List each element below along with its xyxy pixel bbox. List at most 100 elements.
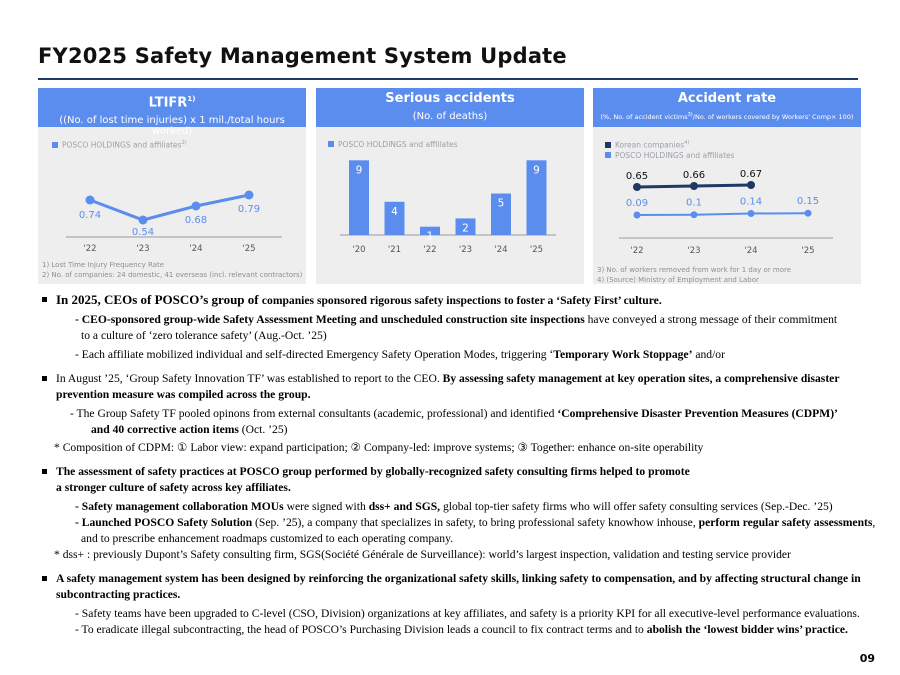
ltifr-footnote-2: 2) No. of companies: 24 domestic, 41 ove…: [42, 271, 303, 279]
bullet-2: In August ’25, ‘Group Safety Innovation …: [40, 371, 890, 456]
b4-s1: - Safety teams have been upgraded to C-l…: [75, 607, 860, 620]
korean-data-label: 0.66: [683, 170, 705, 181]
b1-main-a: In 2025, CEOs of POSCO’s group of: [56, 292, 262, 307]
bullet-4: A safety management system has been desi…: [40, 571, 890, 638]
accident-rate-footnote-2: 4) (Source) Ministry of Employment and L…: [597, 276, 759, 284]
korean-point: [633, 183, 641, 191]
posco-point: [633, 211, 641, 219]
posco-data-label: 0.09: [626, 198, 648, 209]
posco-point: [690, 211, 698, 219]
b4-s2-bold: abolish the ‘lowest bidder wins’ practic…: [646, 623, 848, 636]
bullet-marker: [42, 469, 47, 474]
b4-s2-a: - To eradicate illegal subcontracting, t…: [75, 623, 647, 636]
serious-data-label: 9: [533, 164, 540, 176]
ltifr-tick-label: '24: [189, 244, 202, 254]
ltifr-point: [138, 215, 148, 225]
ltifr-panel: LTIFR1) ((No. of lost time injuries) x 1…: [38, 88, 306, 284]
b1-s2-c: and/or: [692, 348, 725, 361]
b2-s1-line2-bold: and 40 corrective action items: [91, 423, 239, 436]
serious-data-label: 1: [427, 231, 434, 243]
ltifr-footnote-1: 1) Lost Time Injury Frequency Rate: [42, 261, 165, 269]
ltifr-tick-label: '23: [136, 244, 149, 254]
bullet-3: The assessment of safety practices at PO…: [40, 464, 890, 563]
serious-tick-label: '21: [388, 245, 401, 255]
serious-tick-label: '24: [494, 245, 507, 255]
b2-note: * Composition of CDPM: ① Labor view: exp…: [54, 441, 704, 454]
posco-data-label: 0.14: [740, 197, 762, 208]
b2-main-b: By assessing safety management at key op…: [442, 372, 840, 385]
b3-main-line2: a stronger culture of safety across key …: [56, 481, 291, 494]
title-divider: [38, 78, 858, 80]
b2-main-a: In August ’25, ‘Group Safety Innovation …: [56, 372, 443, 385]
b2-s1-a: - The Group Safety TF pooled opinons fro…: [70, 407, 558, 420]
page-number: 09: [859, 652, 875, 665]
serious-data-label: 4: [391, 206, 398, 218]
b3-s1-bold: - Safety management collaboration MOUs: [75, 500, 284, 513]
korean-data-label: 0.67: [740, 169, 762, 180]
posco-point: [747, 210, 755, 217]
b3-s1-c: global top-tier safety firms who will of…: [440, 500, 833, 513]
bullet-marker: [42, 297, 47, 302]
bullet-marker: [42, 376, 47, 381]
accident-rate-footnote-1: 3) No. of workers removed from work for …: [597, 266, 792, 274]
b2-s1-line2-rest: (Oct. ’25): [238, 423, 288, 436]
posco-point: [804, 209, 812, 217]
b3-s2-bold2: perform regular safety assessments: [698, 516, 873, 529]
b2-main-line2: prevention measure was compiled across t…: [56, 388, 311, 401]
ltifr-data-label: 0.54: [132, 227, 154, 238]
ltifr-data-label: 0.79: [238, 204, 260, 215]
serious-tick-label: '25: [530, 245, 543, 255]
ltifr-chart: 0.74 0.54 0.68 0.79 '22 '23 '24 '25: [66, 190, 282, 254]
b4-main: A safety management system has been desi…: [56, 572, 861, 585]
serious-data-label: 9: [356, 164, 363, 176]
serious-tick-label: '22: [423, 245, 436, 255]
b4-main-line2: subcontracting practices.: [56, 588, 181, 601]
accident-rate-tick-label: '24: [744, 246, 757, 256]
b1-main-b: companies sponsored rigorous safety insp…: [261, 294, 662, 307]
korean-data-label: 0.65: [626, 171, 648, 182]
serious-tick-label: '23: [459, 245, 472, 255]
b1-s1-bold: - CEO-sponsored group-wide Safety Assess…: [75, 313, 585, 326]
ltifr-point: [191, 201, 201, 211]
b3-note: * dss+ : previously Dupont’s Safety cons…: [54, 548, 791, 561]
accident-rate-chart: 0.65 0.66 0.67 0.09 0.1 0.14 0.15 '22 '23 '24 '25: [619, 169, 833, 256]
b3-main: The assessment of safety practices at PO…: [56, 465, 690, 478]
b1-s2-bold: Temporary Work Stoppage’: [553, 348, 693, 361]
serious-tick-label: '20: [352, 245, 365, 255]
ltifr-tick-label: '25: [242, 244, 255, 254]
b3-s2-line2: and to prescribe enhancement roadmaps cu…: [81, 532, 454, 545]
ltifr-data-label: 0.74: [79, 210, 101, 221]
ltifr-point: [244, 190, 254, 200]
b3-s2-b: (Sep. ’25), a company that specializes i…: [252, 516, 699, 529]
accident-rate-panel: Accident rate (%, No. of accident victim…: [593, 88, 861, 284]
posco-series-line: [636, 212, 809, 216]
b1-s1-rest: have conveyed a strong message of their …: [584, 313, 838, 326]
ltifr-series-line: [89, 193, 250, 222]
bullet-1: In 2025, CEOs of POSCO’s group of compan…: [40, 292, 890, 363]
body-text: In 2025, CEOs of POSCO’s group of compan…: [40, 292, 890, 638]
accident-rate-tick-label: '22: [630, 246, 643, 256]
bullet-marker: [42, 576, 47, 581]
accident-rate-tick-label: '25: [801, 246, 814, 256]
b1-s2-a: - Each affiliate mobilized individual an…: [75, 348, 554, 361]
ltifr-point: [85, 195, 95, 205]
korean-point: [747, 181, 755, 189]
b1-s1-line2: to a culture of ‘zero tolerance safety’ …: [81, 329, 327, 342]
page-title: FY2025 Safety Management System Update: [38, 44, 567, 68]
accident-rate-tick-label: '23: [687, 246, 700, 256]
b2-s1-bold: ‘Comprehensive Disaster Prevention Measu…: [557, 407, 838, 420]
ltifr-tick-label: '22: [83, 244, 96, 254]
ltifr-data-label: 0.68: [185, 215, 207, 226]
serious-data-label: 5: [498, 198, 505, 210]
serious-chart: 9 4 1 2 5 9 '20 '21 '22 '23 '24 '25: [340, 160, 556, 255]
serious-accidents-panel: Serious accidents (No. of deaths) POSCO …: [316, 88, 584, 284]
b3-s1-bold2: dss+ and SGS,: [368, 500, 441, 513]
korean-point: [690, 182, 698, 190]
b3-s2-c: ,: [872, 516, 876, 529]
posco-data-label: 0.1: [686, 198, 702, 209]
accident-rate-footnotes: 3) No. of workers removed from work for …: [597, 265, 791, 285]
b3-s2-bold: - Launched POSCO Safety Solution: [75, 516, 253, 529]
posco-data-label: 0.15: [797, 196, 819, 207]
ltifr-footnotes: 1) Lost Time Injury Frequency Rate 2) No…: [42, 260, 302, 280]
serious-data-label: 2: [462, 222, 469, 234]
